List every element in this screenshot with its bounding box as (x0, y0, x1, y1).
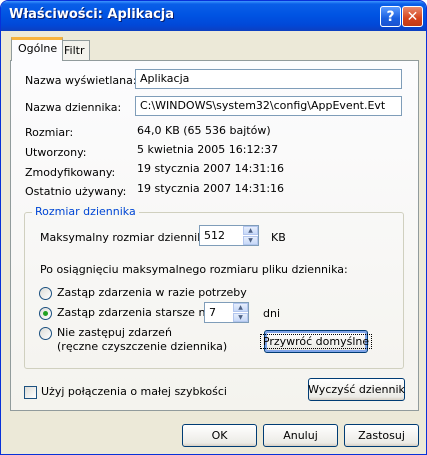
created-value: 5 kwietnia 2005 16:12:37 (137, 143, 279, 156)
overwrite-as-needed-label[interactable]: Zastąp zdarzenia w razie potrzeby (57, 286, 247, 299)
arrow-up-icon: ▲ (238, 304, 243, 311)
close-icon: ✕ (406, 8, 419, 25)
radio-overwrite-older[interactable] (39, 307, 52, 320)
size-label: Rozmiar: (25, 126, 74, 139)
arrow-down-icon: ▼ (248, 237, 253, 244)
max-size-label: Maksymalny rozmiar dziennika: (40, 231, 214, 244)
tab-general[interactable]: Ogólne (11, 37, 64, 61)
clear-log-button[interactable]: Wyczyść dziennik (308, 378, 405, 401)
accessed-label: Ostatnio używany: (25, 185, 127, 198)
size-value: 64,0 KB (65 536 bajtów) (137, 124, 271, 137)
display-name-input[interactable]: Aplikacja (135, 69, 402, 89)
when-full-label: Po osiągnięciu maksymalnego rozmiaru pli… (40, 263, 348, 276)
overwrite-older-label[interactable]: Zastąp zdarzenia starsze niż (57, 306, 214, 319)
ok-button[interactable]: OK (182, 424, 257, 447)
apply-label: Zastosuj (358, 429, 405, 442)
max-size-stepper[interactable]: 512 ▲ ▼ (199, 225, 259, 246)
clear-log-label: Wyczyść dziennik (308, 383, 405, 396)
cancel-label: Anuluj (283, 429, 318, 442)
close-button[interactable]: ✕ (402, 6, 423, 27)
created-label: Utworzony: (25, 146, 87, 159)
help-icon: ? (386, 8, 395, 25)
max-size-value: 512 (204, 229, 225, 242)
do-not-overwrite-label[interactable]: Nie zastępuj zdarzeń (57, 326, 172, 339)
restore-defaults-button[interactable]: Przywróć domyślne (259, 330, 373, 353)
days-stepper[interactable]: 7 ▲ ▼ (204, 302, 249, 323)
arrow-down-icon: ▼ (238, 314, 243, 321)
do-not-overwrite-note: (ręczne czyszczenie dziennika) (57, 340, 228, 353)
max-size-unit: KB (271, 231, 286, 244)
days-up-button[interactable]: ▲ (233, 303, 248, 312)
radio-do-not-overwrite[interactable] (39, 327, 52, 340)
max-size-down-button[interactable]: ▼ (243, 236, 258, 245)
radio-overwrite-as-needed[interactable] (39, 287, 52, 300)
ok-label: OK (211, 429, 228, 442)
tab-filter-label: Filtr (64, 44, 85, 57)
modified-value: 19 stycznia 2007 14:31:16 (137, 162, 285, 175)
modified-label: Zmodyfikowany: (25, 166, 116, 179)
properties-dialog: Właściwości: Aplikacja ? ✕ Ogólne Filtr … (0, 0, 427, 455)
max-size-up-button[interactable]: ▲ (243, 226, 258, 235)
low-speed-label[interactable]: Użyj połączenia o małej szybkości (41, 385, 227, 398)
arrow-up-icon: ▲ (248, 227, 253, 234)
log-size-group-title: Rozmiar dziennika (32, 205, 139, 218)
radio-selected-dot (43, 311, 48, 316)
cancel-button[interactable]: Anuluj (263, 424, 338, 447)
help-button[interactable]: ? (380, 6, 401, 27)
display-name-label: Nazwa wyświetlana: (25, 74, 137, 87)
title-bar[interactable]: Właściwości: Aplikacja ? ✕ (1, 1, 426, 31)
tab-general-label: Ogólne (18, 42, 58, 55)
days-unit: dni (263, 307, 281, 320)
low-speed-checkbox[interactable] (24, 386, 37, 399)
window-title: Właściwości: Aplikacja (9, 7, 175, 22)
days-value: 7 (209, 306, 216, 319)
log-name-label: Nazwa dziennika: (25, 101, 122, 114)
apply-button[interactable]: Zastosuj (344, 424, 419, 447)
restore-defaults-label: Przywróć domyślne (259, 334, 373, 349)
log-name-input[interactable]: C:\WINDOWS\system32\config\AppEvent.Evt (135, 96, 402, 116)
accessed-value: 19 stycznia 2007 14:31:16 (137, 182, 285, 195)
days-down-button[interactable]: ▼ (233, 313, 248, 322)
